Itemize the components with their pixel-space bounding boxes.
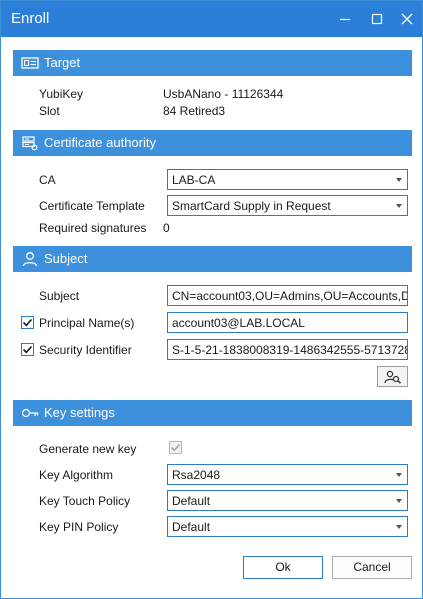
chevron-down-icon: [396, 499, 402, 503]
key-settings-section-title: Key settings: [44, 405, 115, 420]
target-section-header: Target: [13, 50, 412, 76]
key-pin-policy-value: Default: [172, 520, 211, 534]
security-identifier-value: S-1-5-21-1838008319-1486342555-571372848…: [172, 343, 407, 357]
chevron-down-icon: [396, 525, 402, 529]
certificate-template-select[interactable]: SmartCard Supply in Request: [167, 195, 408, 216]
checkmark-icon: [22, 345, 33, 354]
certificate-template-label: Certificate Template: [39, 199, 145, 213]
required-signatures-value: 0: [163, 221, 170, 235]
subject-input[interactable]: CN=account03,OU=Admins,OU=Accounts,DC=LA…: [167, 285, 408, 306]
principal-name-value: account03@LAB.LOCAL: [172, 316, 305, 330]
subject-section-header: Subject: [13, 246, 412, 272]
minimize-icon: [340, 18, 350, 21]
key-pin-policy-select[interactable]: Default: [167, 516, 408, 537]
generate-new-key-checkbox[interactable]: [169, 441, 182, 454]
enroll-dialog: Enroll Target YubiKey UsbANano - 1112634…: [0, 0, 423, 599]
key-pin-policy-label: Key PIN Policy: [39, 520, 119, 534]
checkmark-icon: [170, 443, 181, 452]
principal-name-label: Principal Name(s): [39, 316, 135, 330]
key-touch-policy-value: Default: [172, 494, 211, 508]
close-icon: [401, 13, 413, 25]
key-algorithm-value: Rsa2048: [172, 468, 221, 482]
lookup-user-button[interactable]: [377, 366, 408, 387]
slot-label: Slot: [39, 104, 60, 118]
user-search-icon: [383, 370, 401, 384]
certificate-template-value: SmartCard Supply in Request: [172, 199, 331, 213]
required-signatures-label: Required signatures: [39, 221, 147, 235]
security-identifier-input[interactable]: S-1-5-21-1838008319-1486342555-571372848…: [167, 339, 408, 360]
ca-label: CA: [39, 173, 56, 187]
maximize-button[interactable]: [362, 1, 392, 37]
key-settings-section-header: Key settings: [13, 400, 412, 426]
close-button[interactable]: [392, 1, 422, 37]
chevron-down-icon: [396, 204, 402, 208]
ca-select-value: LAB-CA: [172, 173, 216, 187]
ca-section-title: Certificate authority: [44, 135, 156, 150]
yubikey-value: UsbANano - 11126344: [163, 87, 284, 101]
slot-value: 84 Retired3: [163, 104, 226, 118]
id-card-icon: [21, 57, 39, 69]
subject-section-title: Subject: [44, 251, 88, 266]
principal-name-input[interactable]: account03@LAB.LOCAL: [167, 312, 408, 333]
yubikey-label: YubiKey: [39, 87, 84, 101]
target-section-title: Target: [44, 55, 81, 70]
key-touch-policy-select[interactable]: Default: [167, 490, 408, 511]
chevron-down-icon: [396, 178, 402, 182]
security-identifier-label: Security Identifier: [39, 343, 132, 357]
key-algorithm-select[interactable]: Rsa2048: [167, 464, 408, 485]
window-title: Enroll: [11, 10, 50, 27]
generate-new-key-label: Generate new key: [39, 442, 137, 456]
subject-label: Subject: [39, 289, 80, 303]
person-icon: [22, 252, 38, 267]
security-identifier-checkbox[interactable]: [21, 343, 34, 356]
title-bar: Enroll: [1, 1, 422, 37]
maximize-icon: [371, 13, 383, 25]
ok-button[interactable]: Ok: [243, 556, 323, 579]
subject-input-value: CN=account03,OU=Admins,OU=Accounts,DC=LA…: [172, 289, 407, 303]
ca-section-header: Certificate authority: [13, 130, 412, 156]
ca-select[interactable]: LAB-CA: [167, 169, 408, 190]
principal-name-checkbox[interactable]: [21, 316, 34, 329]
minimize-button[interactable]: [330, 1, 360, 37]
cancel-button[interactable]: Cancel: [332, 556, 412, 579]
key-algorithm-label: Key Algorithm: [39, 468, 114, 482]
key-touch-policy-label: Key Touch Policy: [39, 494, 131, 508]
server-certificate-icon: [22, 136, 38, 151]
chevron-down-icon: [396, 473, 402, 477]
key-icon: [21, 408, 39, 418]
checkmark-icon: [22, 318, 33, 327]
